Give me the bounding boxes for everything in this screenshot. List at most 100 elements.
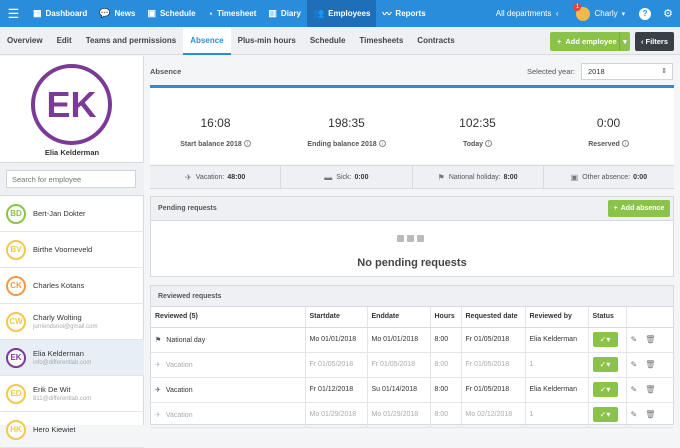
absence-type-summary: ✈ Vacation: 48:00 [150,166,282,188]
nav-label: Employees [328,9,371,18]
avatar: EK [6,347,26,368]
employee-list-item[interactable]: HK Hero Kiewiet [0,412,144,448]
info-icon[interactable]: i [243,140,251,147]
nav-label: Dashboard [45,9,88,18]
tab-contracts[interactable]: Contracts [410,27,461,55]
employee-search-input[interactable] [6,170,136,188]
nav-item-dashboard[interactable]: ▦ Dashboard [27,0,93,27]
cell-enddate: Mo 01/01/2018 [367,327,431,353]
pencil-icon[interactable]: ✎ [631,335,638,344]
table-row: ✈ Vacation Fr 01/05/2018 Fr 01/05/2018 8:… [151,352,673,378]
pencil-icon[interactable]: ✎ [631,385,638,394]
plus-icon: + [613,205,618,212]
employee-name: Charles Kotans [33,281,85,290]
absence-type-value: 48:00 [227,173,246,181]
trash-icon[interactable]: 🗑 [645,335,655,344]
info-icon[interactable]: i [485,140,493,147]
trash-icon[interactable]: 🗑 [645,410,655,419]
nav-item-reports[interactable]: 〰 Reports [376,0,431,27]
type-label: Vacation [165,386,193,394]
department-selector[interactable]: All departments ‹ [496,9,559,18]
stat-value: 102:35 [459,116,496,130]
column-header: Reviewed by [525,307,589,328]
approved-status-button[interactable]: ✓▾ [592,357,618,372]
table-row: ✈ Vacation Fr 01/12/2018 Su 01/14/2018 8:… [151,377,673,403]
medkit-icon: ▬ [324,172,333,182]
cell-hours: 8:00 [430,377,462,403]
table-row: ⚑ National day Mo 01/01/2018 Mo 01/01/201… [151,327,673,353]
info-icon[interactable]: i [378,140,386,147]
nav-item-employees[interactable]: 👥 Employees [306,0,377,27]
employee-list-item[interactable]: BD Bert-Jan Dokter [0,196,144,232]
book-icon: ▥ [268,8,277,18]
nav-item-diary[interactable]: ▥ Diary [262,0,307,27]
employee-list-item[interactable]: CK Charles Kotans [0,268,144,304]
chevron-down-icon[interactable]: ▾ [622,10,626,18]
gear-icon[interactable]: ⚙ [663,7,673,20]
approved-status-button[interactable]: ✓▾ [592,332,618,347]
balance-stat: 102:35 Today i [412,88,543,164]
trash-icon[interactable]: 🗑 [645,385,655,394]
chevron-left-icon: ‹ [640,37,644,46]
pencil-icon[interactable]: ✎ [631,410,638,419]
year-select[interactable]: 2018 ⇕ [581,63,673,80]
absence-type-label: Vacation: [195,173,225,181]
cell-enddate: Fr 01/05/2018 [367,352,431,378]
add-absence-button[interactable]: + Add absence [608,200,670,217]
trash-icon[interactable]: 🗑 [645,360,655,369]
top-navbar: ☰ ▦ Dashboard 💬 News ▣ Schedule ◔ Timesheet ▥ Dia… [0,0,680,27]
column-header: Startdate [305,307,368,328]
employee-email: 811@differentlab.com [33,396,92,402]
employee-list-item[interactable]: CW Charly Wolting jurriendsnoi@gmail.com [0,304,144,340]
tab-plus-min-hours[interactable]: Plus-min hours [231,27,303,55]
year-value: 2018 [588,67,605,76]
avatar: CW [6,311,26,332]
nav-item-schedule[interactable]: ▣ Schedule [141,0,201,27]
cell-reviewed-by: Elia Kelderman [525,327,589,353]
calendar-icon: ▣ [570,172,579,182]
cell-actions: ✎ 🗑 [626,377,673,403]
column-header: Reviewed (5) [151,307,306,328]
cell-actions: ✎ 🗑 [626,352,673,378]
user-avatar[interactable]: 1 [573,2,591,21]
reviewed-title: Reviewed requests [151,286,673,307]
menu-icon[interactable]: ☰ [0,0,27,27]
plane-icon: ✈ [155,361,161,369]
user-name[interactable]: Charly [594,9,617,18]
tab-timesheets[interactable]: Timesheets [352,27,410,55]
pending-requests-panel: Pending requests + Add absence No pending… [150,196,674,277]
employee-list-item[interactable]: BV Birthe Voorneveld [0,232,144,268]
grid-icon: ▦ [33,8,42,18]
table-row: ✈ Vacation Mo 01/29/2018 Mo 01/29/2018 8:… [151,402,673,428]
help-icon[interactable]: ? [639,7,652,20]
stat-value: 16:08 [200,116,231,130]
filters-button[interactable]: ‹ Filters [635,32,674,51]
cell-hours: 8:00 [430,327,462,353]
cell-reviewed-by: Elia Kelderman [525,377,589,403]
department-label: All departments [495,9,552,18]
tab-edit[interactable]: Edit [50,27,79,55]
approved-status-button[interactable]: ✓▾ [592,407,618,422]
cell-hours: 8:00 [430,402,462,428]
cell-requested-date: Fr 01/05/2018 [461,352,526,378]
add-employee-button[interactable]: + Add employee ▾ [550,32,630,51]
cell-status: ✓▾ [588,352,627,378]
approved-status-button[interactable]: ✓▾ [592,382,618,397]
employee-list-item[interactable]: ED Erik De Wit 811@differentlab.com [0,376,144,412]
info-icon[interactable]: i [621,140,629,147]
nav-item-news[interactable]: 💬 News [93,0,141,27]
employee-list-item[interactable]: EK Elia Kelderman info@differentlab.com [0,340,144,376]
stat-value: 0:00 [596,116,621,130]
tab-overview[interactable]: Overview [0,27,50,55]
pencil-icon[interactable]: ✎ [631,360,638,369]
plus-icon: + [557,37,562,46]
employee-name: Birthe Voorneveld [33,245,93,254]
cell-type: ✈ Vacation [151,352,306,378]
absence-type-value: 8:00 [503,173,518,181]
chevron-down-icon[interactable]: ▾ [619,32,630,51]
tab-teams-and-permissions[interactable]: Teams and permissions [79,27,184,55]
nav-item-timesheet[interactable]: ◔ Timesheet [202,0,263,27]
avatar: CK [6,275,26,296]
tab-absence[interactable]: Absence [183,26,231,55]
tab-schedule[interactable]: Schedule [303,27,353,55]
